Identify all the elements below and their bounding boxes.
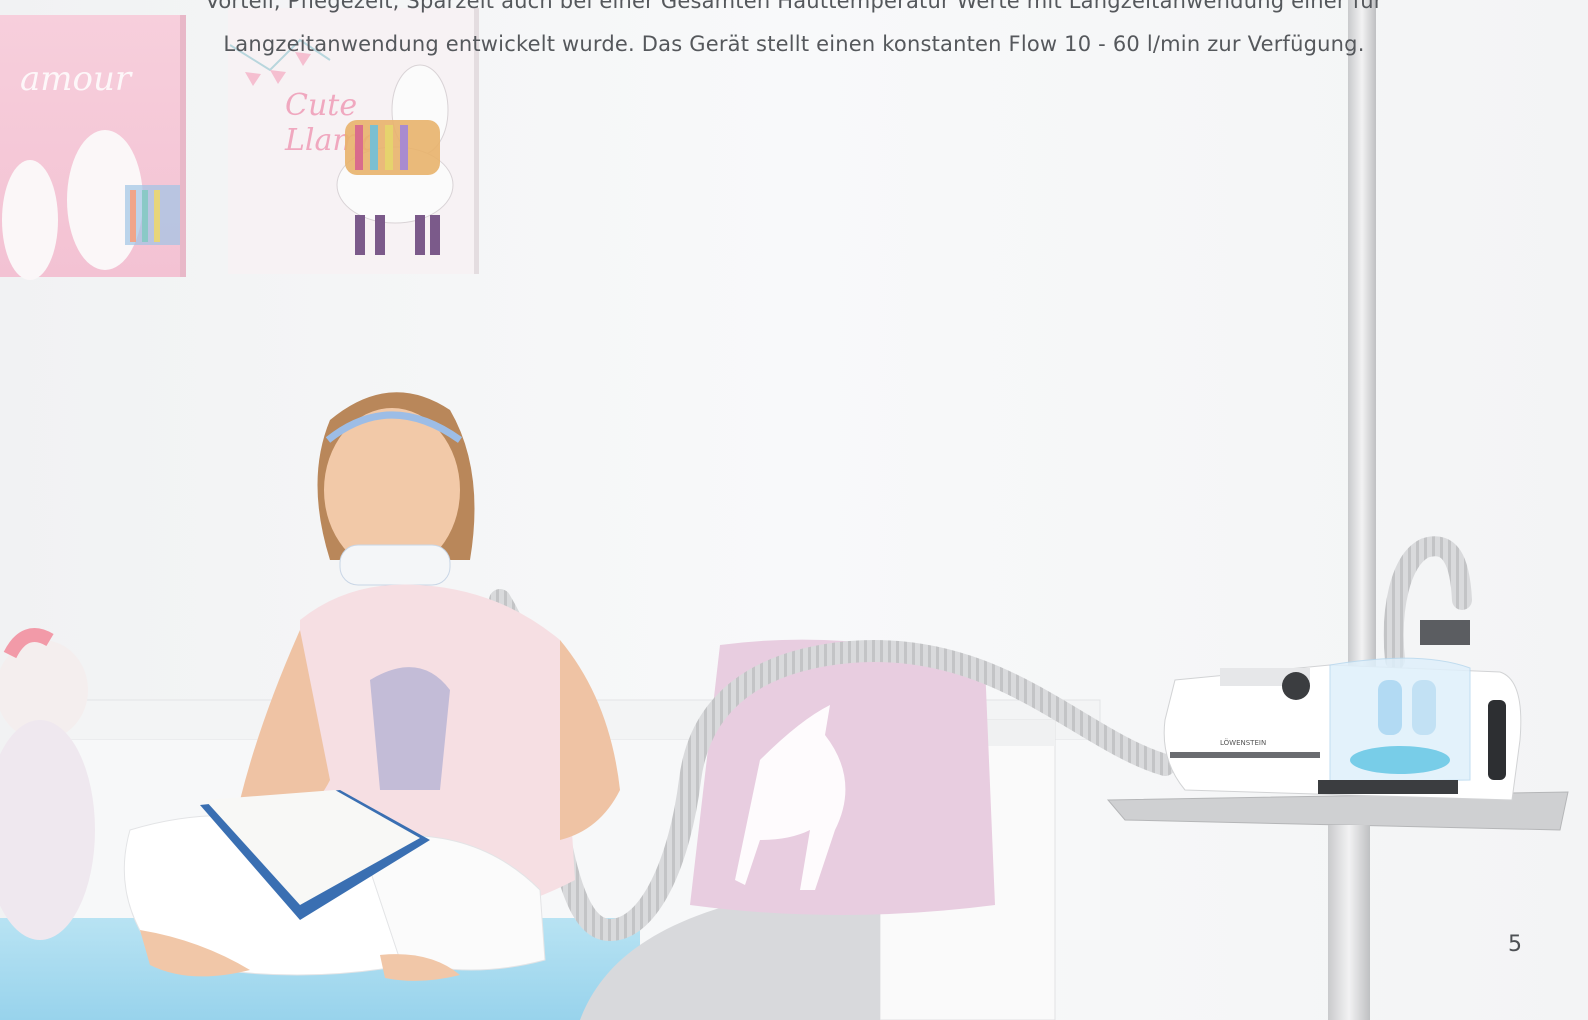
svg-text:Cute: Cute <box>285 88 357 123</box>
brochure-page: amour Cute Llama LÖWENSTEIN Vorteil, Pfl… <box>0 0 1588 1020</box>
svg-text:amour: amour <box>20 59 133 99</box>
plush-llama <box>0 628 95 940</box>
infusion-pole <box>1348 0 1376 680</box>
device-brand-label: LÖWENSTEIN <box>1220 738 1266 747</box>
page-number: 5 <box>1508 932 1522 957</box>
caption-line-1: Vorteil, Pflegezeit, Sparzeit auch bei e… <box>205 0 1383 13</box>
caption-line-2: Langzeitanwendung entwickelt wurde. Das … <box>223 32 1365 56</box>
photo-girl-with-high-flow-device: amour Cute Llama LÖWENSTEIN <box>0 0 1588 1020</box>
